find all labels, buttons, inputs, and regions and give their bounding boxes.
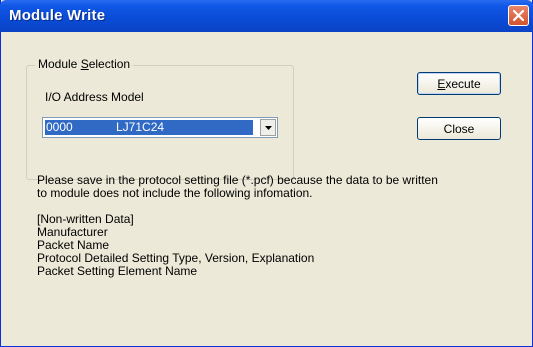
close-button[interactable]: Close (417, 117, 501, 140)
selected-module: 0000 LJ71C24 (45, 120, 253, 135)
io-address-model-label: I/O Address Model (45, 90, 144, 104)
info-message: Please save in the protocol setting file… (37, 174, 497, 278)
selected-model: LJ71C24 (116, 120, 165, 134)
title-bar[interactable]: Module Write (0, 0, 533, 32)
dialog-body: Module Selection I/O Address Model 0000 L… (4, 32, 529, 343)
execute-button[interactable]: Execute (417, 72, 501, 95)
close-window-button[interactable] (508, 5, 529, 26)
message-line-2: to module does not include the following… (37, 186, 313, 200)
close-icon (513, 10, 524, 21)
dropdown-arrow-button[interactable] (260, 119, 276, 136)
list-item: Packet Setting Element Name (37, 264, 198, 278)
chevron-down-icon (264, 125, 272, 130)
group-legend: Module Selection (35, 57, 134, 71)
module-select-dropdown[interactable]: 0000 LJ71C24 (42, 117, 278, 138)
module-selection-group: Module Selection I/O Address Model 0000 L… (26, 57, 294, 180)
window-title: Module Write (9, 7, 106, 24)
module-write-dialog: Module Write Module Selection I/O Addres… (0, 0, 533, 347)
selected-address: 0000 (46, 120, 73, 134)
